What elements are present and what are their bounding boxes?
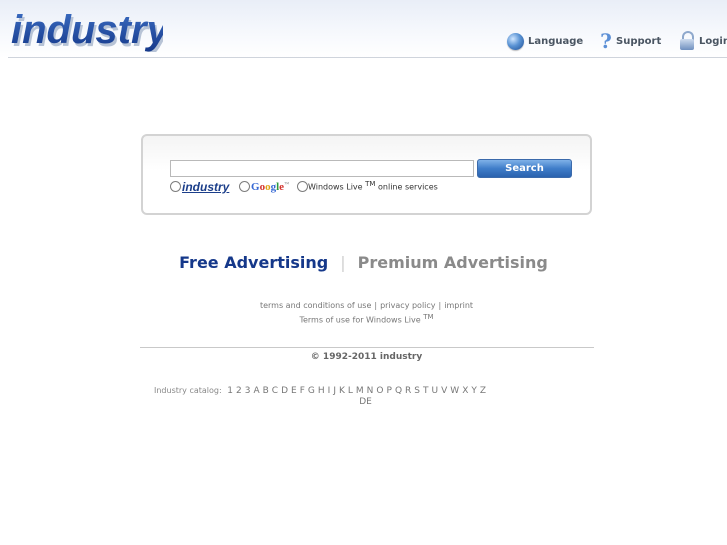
catalog-letter-link[interactable]: U	[432, 386, 439, 396]
catalog-letter-link[interactable]: H	[318, 386, 325, 396]
language-label: Language	[528, 35, 584, 47]
catalog-letter-link[interactable]: G	[308, 386, 315, 396]
catalog-letter-link[interactable]: Z	[480, 386, 486, 396]
industry-logo[interactable]: industry industry	[7, 6, 163, 52]
option-windows-live-label[interactable]: Windows Live TM online services	[308, 180, 438, 192]
imprint-link[interactable]: imprint	[444, 301, 473, 310]
login-link[interactable]: Login	[679, 30, 727, 52]
radio-industry[interactable]	[170, 181, 181, 192]
header-divider	[8, 57, 727, 58]
windows-live-terms-link[interactable]: Terms of use for Windows Live	[299, 316, 420, 325]
catalog-letter-link[interactable]: M	[356, 386, 364, 396]
premium-advertising-link[interactable]: Premium Advertising	[358, 253, 548, 272]
catalog-letter-link[interactable]: Y	[471, 386, 477, 396]
windows-live-terms-tm: TM	[423, 313, 434, 321]
catalog-letter-link[interactable]: S	[414, 386, 420, 396]
support-link[interactable]: ? Support	[600, 30, 661, 52]
catalog-letter-link[interactable]: R	[405, 386, 411, 396]
catalog-letter-link[interactable]: Q	[395, 386, 402, 396]
login-label: Login	[699, 35, 727, 47]
radio-google[interactable]	[239, 181, 250, 192]
catalog-label: Industry catalog:	[154, 386, 222, 395]
logo-text: industry	[11, 8, 163, 52]
catalog-letter-link[interactable]: O	[376, 386, 383, 396]
lock-icon	[679, 31, 695, 51]
radio-windows-live[interactable]	[297, 181, 308, 192]
catalog-letter-link[interactable]: X	[462, 386, 468, 396]
terms-link[interactable]: terms and conditions of use	[260, 301, 371, 310]
catalog-letter-link[interactable]: K	[339, 386, 345, 396]
question-mark-icon: ?	[600, 29, 612, 53]
catalog-letter-link[interactable]: F	[300, 386, 305, 396]
language-de-link[interactable]: DE	[0, 397, 727, 407]
free-advertising-link[interactable]: Free Advertising	[179, 253, 328, 272]
support-label: Support	[616, 35, 662, 47]
catalog-letter-link[interactable]: N	[367, 386, 374, 396]
globe-icon	[507, 32, 524, 50]
catalog-letters: 123ABCDEFGHIJKLMNOPQRSTUVWXYZ	[224, 386, 486, 396]
catalog-letter-link[interactable]: L	[348, 386, 353, 396]
footer-divider	[140, 347, 594, 348]
legal-links: terms and conditions of use | privacy poli…	[259, 301, 474, 310]
advertising-separator: |	[340, 253, 346, 272]
advertising-links: Free Advertising | Premium Advertising	[0, 253, 727, 272]
catalog-letter-link[interactable]: W	[450, 386, 459, 396]
catalog-letter-link[interactable]: B	[263, 386, 269, 396]
catalog-letter-link[interactable]: I	[328, 386, 331, 396]
google-tm: ™	[284, 182, 289, 188]
catalog-letter-link[interactable]: E	[291, 386, 297, 396]
search-input[interactable]	[170, 160, 474, 177]
option-google-label[interactable]: Google™	[251, 181, 289, 193]
windows-live-terms: Terms of use for Windows Live TM	[0, 313, 727, 325]
catalog-letter-link[interactable]: P	[387, 386, 392, 396]
catalog-letter-link[interactable]: 1	[227, 386, 233, 396]
language-link[interactable]: Language	[507, 30, 583, 52]
catalog-letter-link[interactable]: A	[253, 386, 259, 396]
option-industry-label[interactable]: industry	[182, 180, 229, 194]
copyright: © 1992-2011 industry	[310, 352, 423, 362]
catalog-letter-link[interactable]: 2	[236, 386, 242, 396]
catalog-letter-link[interactable]: C	[272, 386, 278, 396]
catalog-letter-link[interactable]: T	[423, 386, 429, 396]
catalog-letter-link[interactable]: V	[441, 386, 447, 396]
industry-catalog: Industry catalog: 123ABCDEFGHIJKLMNOPQRS…	[154, 386, 584, 396]
privacy-link[interactable]: privacy policy	[380, 301, 435, 310]
windows-live-tm: TM	[365, 180, 376, 188]
catalog-letter-link[interactable]: J	[333, 386, 336, 396]
search-button[interactable]: Search	[477, 159, 572, 178]
windows-live-suffix: online services	[378, 182, 438, 192]
windows-live-text: Windows Live	[308, 182, 363, 192]
catalog-letter-link[interactable]: D	[281, 386, 288, 396]
catalog-letter-link[interactable]: 3	[245, 386, 251, 396]
